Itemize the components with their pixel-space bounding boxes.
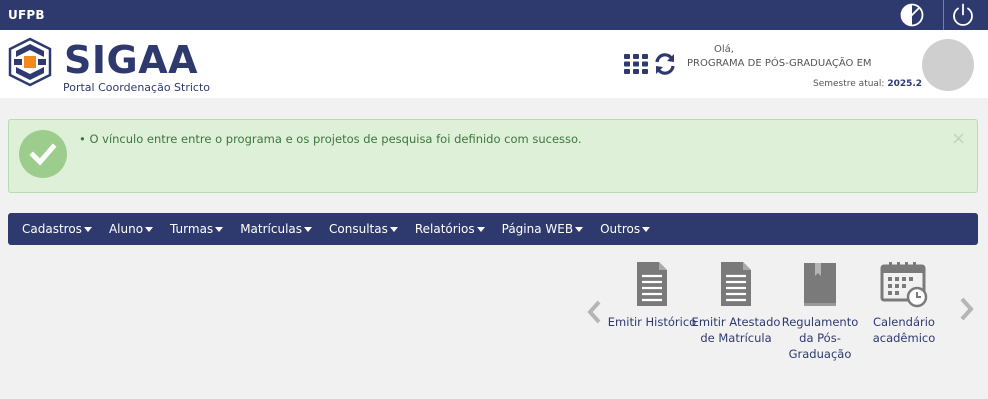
top-bar: UFPB [0,0,988,30]
program-name: PROGRAMA DE PÓS-GRADUAÇÃO EM [687,58,872,69]
caret-down-icon [642,226,651,232]
caret-down-icon [389,226,398,232]
current-semester: Semestre atual: 2025.2 [813,79,922,89]
shortcut-calendario[interactable]: Calendário acadêmico [859,260,949,346]
document-icon [712,260,760,308]
menu-consultas[interactable]: Consultas [329,222,398,236]
caret-down-icon [575,226,584,232]
power-icon[interactable] [948,1,978,29]
avatar[interactable] [922,39,974,91]
main-menu: Cadastros Aluno Turmas Matrículas Consul… [8,213,978,245]
top-bar-divider [943,0,944,30]
menu-outros[interactable]: Outros [600,222,651,236]
shortcut-emitir-atestado[interactable]: Emitir Atestado de Matrícula [691,260,781,346]
menu-label: Turmas [170,222,214,236]
success-alert: • O vínculo entre entre o programa e os … [8,119,978,193]
chevron-left-icon[interactable] [584,298,604,326]
close-icon[interactable]: × [951,128,966,149]
menu-pagina-web[interactable]: Página WEB [501,222,584,236]
sigaa-logo-icon[interactable] [8,37,52,87]
menu-cadastros[interactable]: Cadastros [22,222,92,236]
shortcut-regulamento[interactable]: Regulamento da Pós-Graduação [775,260,865,362]
contrast-icon[interactable] [898,3,926,27]
semester-label: Semestre atual: [813,79,885,89]
menu-label: Consultas [329,222,388,236]
menu-label: Relatórios [414,222,475,236]
header: SIGAA Portal Coordenação Stricto Olá, PR… [0,30,988,98]
menu-relatorios[interactable]: Relatórios [415,222,485,236]
menu-turmas[interactable]: Turmas [170,222,224,236]
institution-brand: UFPB [8,8,45,22]
grid-icon[interactable] [624,54,648,74]
shortcut-emitir-historico[interactable]: Emitir Histórico [607,260,697,330]
caret-down-icon [476,226,485,232]
caret-down-icon [215,226,224,232]
caret-down-icon [145,226,154,232]
chevron-right-icon[interactable] [957,295,977,323]
shortcut-label: Calendário acadêmico [872,315,936,345]
menu-label: Aluno [108,222,144,236]
calendar-icon [880,260,928,308]
portal-subtitle: Portal Coordenação Stricto [63,81,211,94]
book-icon [796,260,844,308]
menu-aluno[interactable]: Aluno [108,222,154,236]
document-icon [628,260,676,308]
shortcut-label: Regulamento da Pós-Graduação [781,315,859,361]
caret-down-icon [83,226,92,232]
menu-matriculas[interactable]: Matrículas [240,222,313,236]
menu-label: Cadastros [22,222,82,236]
semester-value: 2025.2 [887,79,923,89]
sigaa-logo-text[interactable]: SIGAA [64,38,198,82]
menu-label: Matrículas [240,222,303,236]
sync-icon[interactable] [653,52,677,76]
shortcut-label: Emitir Histórico [607,315,697,329]
caret-down-icon [304,226,313,232]
alert-message: • O vínculo entre entre o programa e os … [79,132,582,146]
shortcut-label: Emitir Atestado de Matrícula [691,315,781,345]
menu-label: Página WEB [501,222,574,236]
greeting: Olá, [714,44,734,55]
checkmark-icon [19,130,67,178]
menu-label: Outros [600,222,641,236]
